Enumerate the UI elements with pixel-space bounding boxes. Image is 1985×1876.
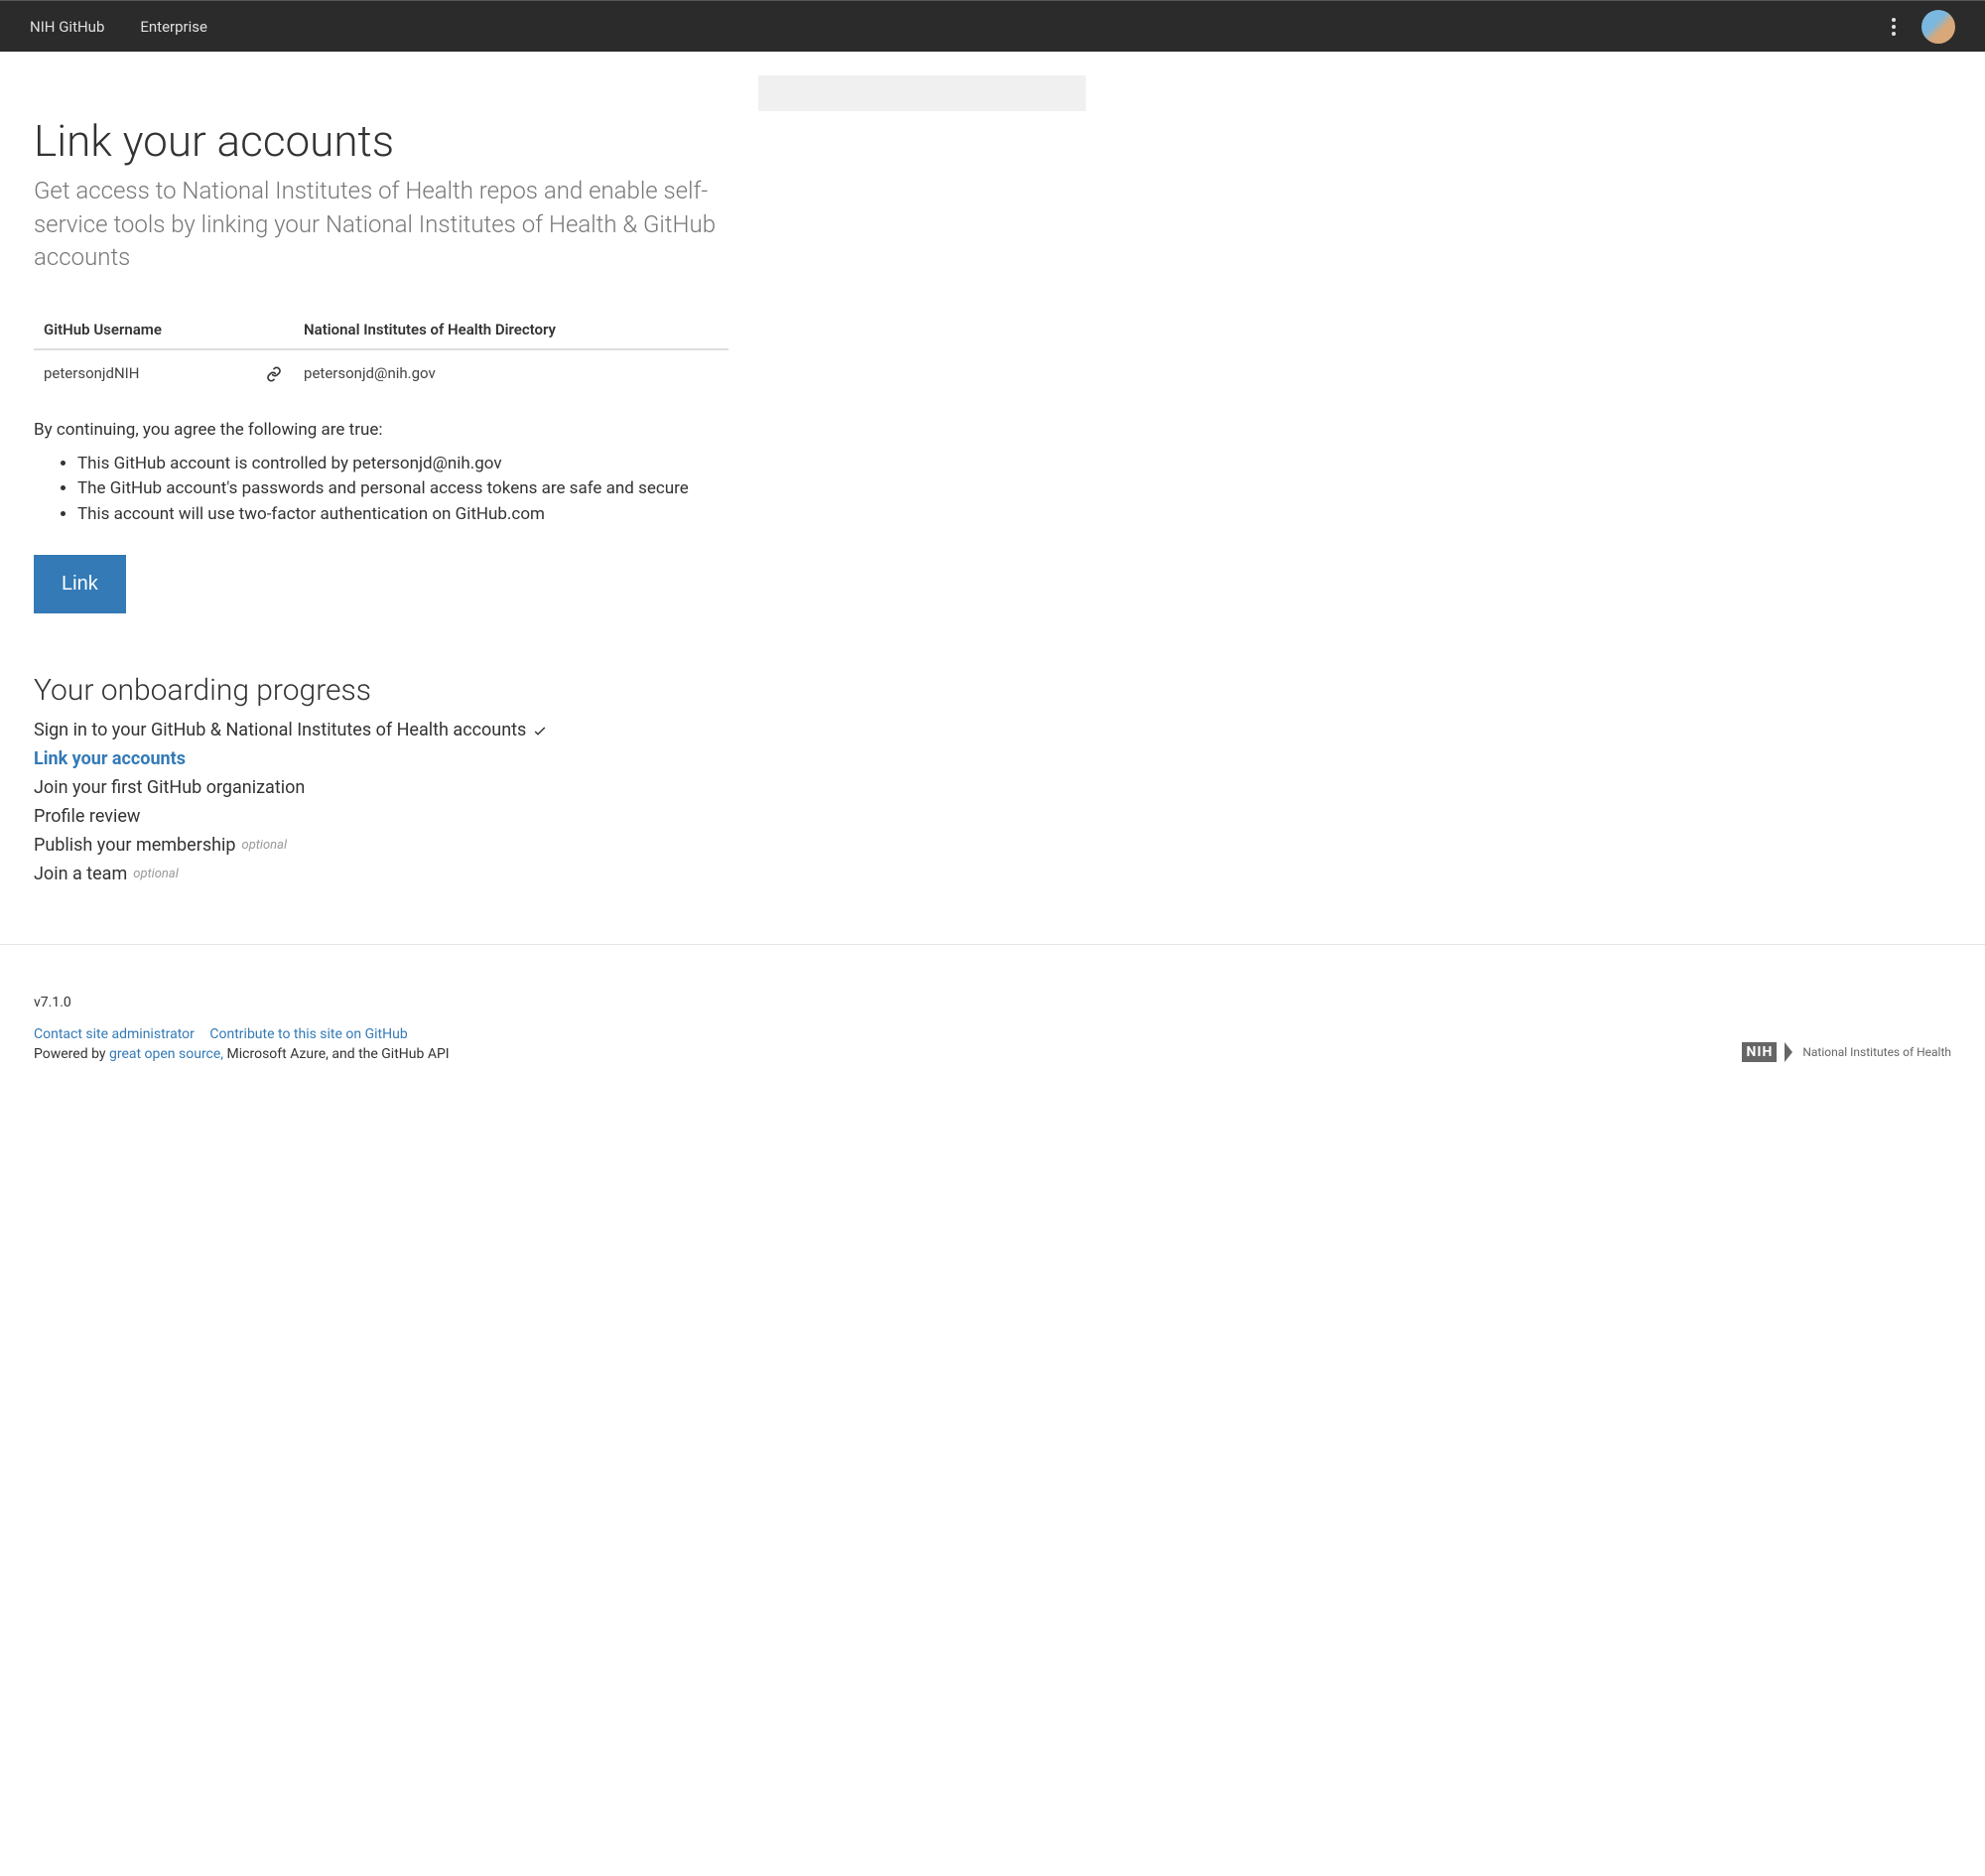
main-container: Link your accounts Get access to Nationa… [0, 52, 1985, 944]
optional-badge: optional [133, 867, 179, 881]
cell-github-username: petersonjdNIH [34, 349, 254, 396]
step-label: Profile review [34, 806, 140, 827]
optional-badge: optional [242, 838, 288, 853]
navbar-left: NIH GitHub Enterprise [30, 18, 207, 36]
avatar[interactable] [1921, 10, 1955, 44]
footer-logo: NIH National Institutes of Health [1742, 1042, 1951, 1062]
page-subtitle: Get access to National Institutes of Hea… [34, 175, 728, 275]
onboarding-step-link[interactable]: Link your accounts [34, 748, 728, 769]
page-title: Link your accounts [34, 115, 728, 167]
agreement-item: This GitHub account is controlled by pet… [77, 452, 728, 477]
onboarding-section: Your onboarding progress Sign in to your… [34, 673, 728, 884]
link-icon [266, 366, 282, 382]
check-icon [532, 723, 548, 738]
onboarding-step-join-org[interactable]: Join your first GitHub organization [34, 777, 728, 798]
footer-left: v7.1.0 Contact site administrator Contri… [34, 995, 450, 1062]
footer: v7.1.0 Contact site administrator Contri… [0, 944, 1985, 1092]
agreement-item: This account will use two-factor authent… [77, 502, 728, 528]
agreement-list: This GitHub account is controlled by pet… [77, 452, 728, 528]
cell-directory: petersonjd@nih.gov [294, 349, 728, 396]
onboarding-step-publish[interactable]: Publish your membership optional [34, 835, 728, 856]
powered-suffix: Microsoft Azure, and the GitHub API [223, 1046, 450, 1062]
th-link-icon [254, 311, 294, 349]
cell-link-icon [254, 349, 294, 396]
agreement-item: The GitHub account's passwords and perso… [77, 476, 728, 502]
kebab-menu-icon[interactable] [1892, 18, 1896, 36]
step-label: Join your first GitHub organization [34, 777, 305, 798]
onboarding-step-profile[interactable]: Profile review [34, 806, 728, 827]
contact-admin-link[interactable]: Contact site administrator [34, 1026, 195, 1042]
open-source-link[interactable]: great open source, [109, 1046, 223, 1062]
brand-link[interactable]: NIH GitHub [30, 18, 104, 36]
accounts-table: GitHub Username National Institutes of H… [34, 311, 728, 396]
main-content: Link your accounts Get access to Nationa… [34, 75, 728, 944]
nih-logo-icon: NIH [1742, 1042, 1777, 1062]
table-row: petersonjdNIH petersonjd@nih.gov [34, 349, 728, 396]
th-github-username: GitHub Username [34, 311, 254, 349]
navbar-right [1892, 10, 1955, 44]
onboarding-step-signin[interactable]: Sign in to your GitHub & National Instit… [34, 720, 728, 740]
onboarding-heading: Your onboarding progress [34, 673, 728, 708]
step-label: Sign in to your GitHub & National Instit… [34, 720, 526, 740]
contribute-link[interactable]: Contribute to this site on GitHub [209, 1026, 407, 1042]
enterprise-link[interactable]: Enterprise [140, 18, 207, 36]
sidebar-placeholder [758, 75, 1086, 111]
footer-powered: Powered by great open source, Microsoft … [34, 1046, 450, 1062]
step-label: Publish your membership [34, 835, 236, 856]
footer-links: Contact site administrator Contribute to… [34, 1026, 450, 1042]
navbar: NIH GitHub Enterprise [0, 0, 1985, 52]
link-button[interactable]: Link [34, 555, 126, 613]
agreement-intro: By continuing, you agree the following a… [34, 420, 728, 440]
nih-arrow-icon [1785, 1042, 1792, 1062]
nih-logo-text: National Institutes of Health [1802, 1045, 1951, 1059]
powered-prefix: Powered by [34, 1046, 109, 1062]
onboarding-step-team[interactable]: Join a team optional [34, 864, 728, 884]
th-directory: National Institutes of Health Directory [294, 311, 728, 349]
step-label[interactable]: Link your accounts [34, 748, 186, 769]
footer-version: v7.1.0 [34, 995, 450, 1010]
step-label: Join a team [34, 864, 127, 884]
